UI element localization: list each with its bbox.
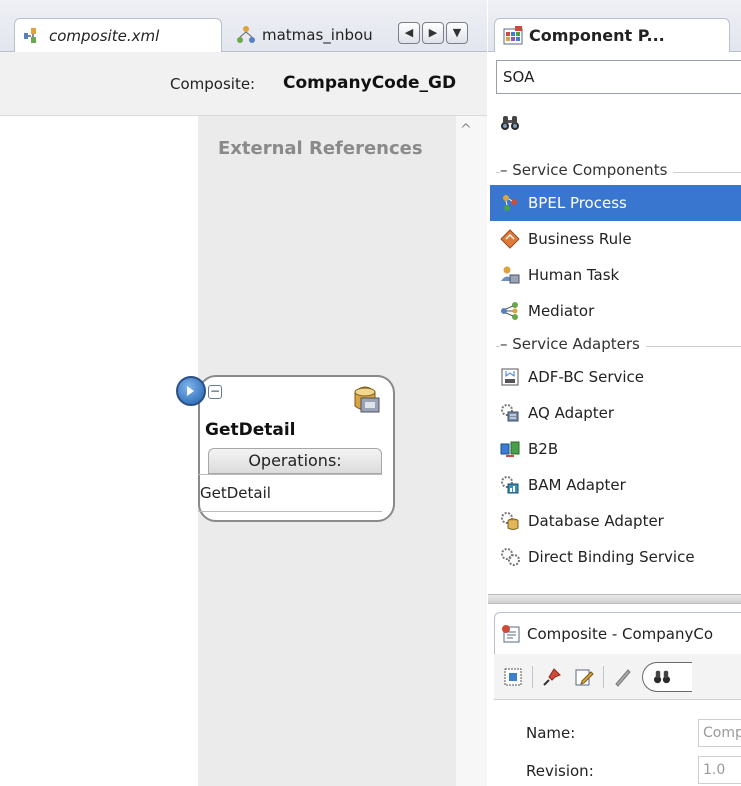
scroll-tabs-right-button[interactable]: ▶ [422, 22, 444, 44]
toolbar-separator [532, 665, 533, 688]
human-task-icon [500, 265, 520, 285]
palette-item-mediator[interactable]: Mediator [490, 293, 741, 329]
palette-item-label: AQ Adapter [528, 404, 615, 422]
operation-item[interactable]: GetDetail [200, 484, 271, 502]
aq-adapter-icon [500, 403, 520, 423]
composite-editor: composite.xml matmas_inbou ◀ ▶ ▼ Composi… [0, 0, 487, 786]
palette-item-bam-adapter[interactable]: BAM Adapter [490, 467, 741, 503]
palette-item-label: Business Rule [528, 230, 632, 248]
find-field[interactable] [642, 661, 692, 692]
tab-label: matmas_inbou [262, 26, 373, 44]
tab-label: Composite - CompanyCo [527, 624, 714, 643]
composite-header: Composite: CompanyCode_GD [0, 52, 487, 116]
palette-item-direct-binding-service[interactable]: Direct Binding Service [490, 539, 741, 575]
section-title-text: Service Adapters [512, 335, 640, 353]
b2b-icon [500, 439, 520, 459]
palette-item-database-adapter[interactable]: Database Adapter [490, 503, 741, 539]
section-title: – Service Adapters [500, 335, 646, 353]
scroll-tabs-left-button[interactable]: ◀ [398, 22, 420, 44]
revision-field[interactable]: 1.0 [698, 756, 741, 784]
composite-name: CompanyCode_GD [283, 73, 457, 93]
section-service-components[interactable]: – Service Components [490, 155, 741, 185]
palette-item-label: BAM Adapter [528, 476, 626, 494]
palette-item-label: Database Adapter [528, 512, 664, 530]
palette-item-label: ADF-BC Service [528, 368, 645, 386]
database-adapter-icon [500, 511, 520, 531]
external-references-header: External References [218, 138, 423, 159]
tab-composite-xml[interactable]: composite.xml [14, 18, 222, 52]
panel-splitter[interactable] [488, 594, 741, 604]
palette-item-aq-adapter[interactable]: AQ Adapter [490, 395, 741, 431]
palette-category-select[interactable]: SOA [496, 60, 741, 94]
direct-binding-icon [500, 547, 520, 567]
palette-item-business-rule[interactable]: Business Rule [490, 221, 741, 257]
business-rule-icon [500, 229, 520, 249]
palette-item-label: Direct Binding Service [528, 548, 695, 566]
palette-list: – Service Components BPEL Process Busine… [490, 155, 741, 585]
bam-adapter-icon [500, 475, 520, 495]
section-service-adapters[interactable]: – Service Adapters [490, 329, 741, 359]
vertical-scrollbar[interactable]: ^ [456, 116, 487, 786]
palette-item-label: B2B [528, 440, 559, 458]
bpel-process-icon [500, 193, 520, 213]
name-label: Name: [526, 724, 576, 742]
right-panels: Component P... SOA – Service Components … [488, 0, 741, 786]
properties-toolbar [494, 654, 741, 700]
palette-item-b2b[interactable]: B2B [490, 431, 741, 467]
editor-tab-bar: composite.xml matmas_inbou ◀ ▶ ▼ [0, 0, 487, 52]
adf-bc-service-icon [500, 367, 520, 387]
tab-list-dropdown-button[interactable]: ▼ [446, 22, 468, 44]
properties-form: Name: Comp Revision: 1.0 [494, 700, 741, 786]
palette-search [496, 104, 741, 144]
composite-icon [23, 26, 43, 46]
operations-header: Operations: [208, 448, 382, 474]
tab-nav-buttons: ◀ ▶ ▼ [398, 22, 468, 44]
component-palette-icon [503, 25, 523, 46]
component-name: GetDetail [205, 420, 296, 440]
binoculars-icon [654, 670, 670, 683]
adapter-icon [345, 380, 385, 420]
palette-search-input[interactable] [524, 108, 741, 140]
revision-label: Revision: [526, 762, 594, 780]
edit-icon[interactable] [571, 664, 597, 690]
section-title-text: Service Components [512, 161, 668, 179]
tab-properties[interactable]: Composite - CompanyCo [494, 612, 741, 654]
mediator-icon [500, 301, 520, 321]
palette-item-label: Human Task [528, 266, 620, 284]
mediator-icon [236, 25, 256, 45]
scroll-up-icon[interactable]: ^ [460, 122, 472, 138]
tab-component-palette[interactable]: Component P... [494, 18, 730, 52]
palette-tab-bar: Component P... [488, 0, 741, 52]
tab-matmas-inbound[interactable]: matmas_inbou [228, 18, 386, 52]
tab-label: composite.xml [49, 26, 160, 45]
palette-item-bpel-process[interactable]: BPEL Process [490, 185, 741, 221]
collapse-icon[interactable]: − [208, 385, 222, 399]
binoculars-icon[interactable] [500, 114, 520, 136]
select-icon[interactable] [500, 664, 526, 690]
palette-item-adf-bc-service[interactable]: ADF-BC Service [490, 359, 741, 395]
properties-icon [501, 624, 521, 644]
toolbar-separator [603, 665, 604, 688]
palette-item-label: Mediator [528, 302, 595, 320]
section-title: – Service Components [500, 161, 674, 179]
palette-item-human-task[interactable]: Human Task [490, 257, 741, 293]
tab-label: Component P... [529, 26, 665, 45]
pin-icon[interactable] [539, 664, 565, 690]
service-endpoint-icon[interactable] [176, 376, 206, 406]
composite-label: Composite: [170, 75, 256, 93]
name-field[interactable]: Comp [698, 719, 741, 747]
pencil-icon[interactable] [610, 664, 636, 690]
palette-item-label: BPEL Process [528, 194, 627, 212]
